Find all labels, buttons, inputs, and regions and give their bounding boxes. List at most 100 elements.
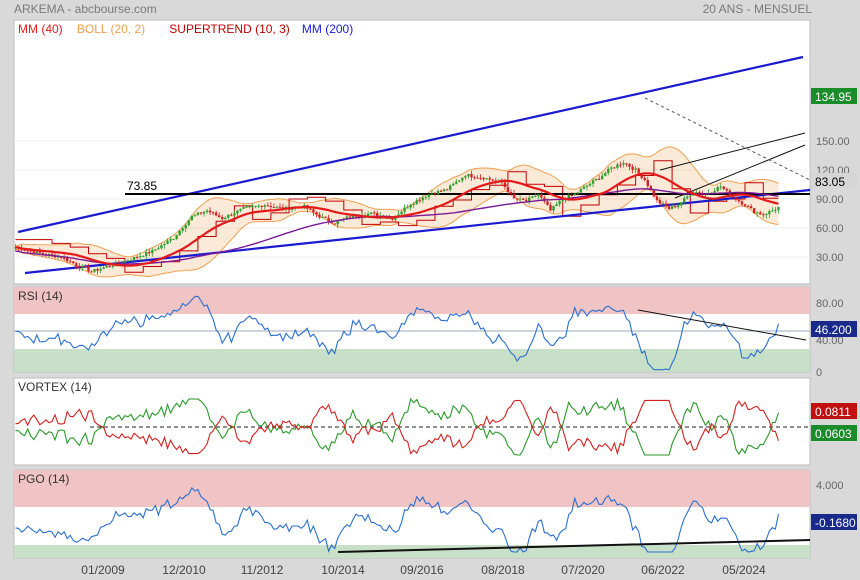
price-tick-label: 150.00: [816, 136, 850, 148]
candle-body: [336, 221, 339, 225]
candle-body: [211, 212, 215, 214]
candle-body: [591, 180, 595, 184]
candle-body: [689, 195, 692, 197]
candle-body: [546, 201, 549, 206]
candle-body: [90, 271, 93, 273]
candle-body: [622, 163, 625, 165]
candle-body: [327, 217, 330, 222]
candle-body: [403, 207, 406, 212]
price-tick-label: 30.00: [816, 252, 844, 264]
candle-body: [275, 206, 279, 208]
candle-body: [452, 183, 455, 186]
candle-body: [72, 261, 75, 264]
candle-body: [537, 194, 540, 197]
candle-body: [266, 205, 270, 207]
candle-body: [461, 177, 464, 181]
candle-body: [509, 192, 513, 194]
candle-body: [135, 256, 139, 258]
candle-body: [430, 193, 434, 195]
candle-body: [518, 198, 522, 200]
candle-body: [23, 250, 26, 252]
candle-body: [376, 213, 379, 217]
candle-body: [214, 212, 218, 216]
candle-body: [540, 194, 543, 198]
candle-body: [32, 250, 35, 254]
candle-body: [309, 208, 312, 210]
candle-body: [637, 168, 640, 174]
candle-body: [105, 266, 108, 268]
candle-body: [129, 260, 133, 262]
candle-body: [673, 206, 677, 208]
candle-body: [433, 193, 437, 195]
candle-body: [579, 188, 583, 193]
candle-body: [242, 207, 245, 209]
candle-body: [427, 194, 431, 198]
candle-body: [445, 189, 449, 191]
candle-body: [81, 265, 84, 268]
candle-body: [680, 202, 683, 206]
candle-body: [479, 177, 482, 179]
candle-body: [597, 178, 601, 180]
candle-body: [467, 174, 470, 177]
candle-body: [524, 199, 528, 202]
candle-body: [628, 164, 631, 167]
pgo-oversold-zone: [14, 545, 810, 558]
candle-body: [190, 215, 194, 221]
candle-body: [743, 204, 747, 207]
rsi-tick-label: 0: [816, 367, 822, 379]
candle-body: [670, 206, 674, 210]
candle-body: [604, 173, 607, 176]
candle-body: [555, 204, 558, 207]
candle-body: [175, 235, 178, 239]
x-tick-label: 05/2024: [722, 563, 766, 577]
candle-body: [272, 207, 276, 209]
candle-body: [719, 186, 722, 188]
candle-body: [132, 256, 136, 261]
candle-body: [558, 200, 561, 205]
candle-body: [762, 214, 765, 216]
candle-body: [634, 168, 637, 170]
price-tick-label: 90.00: [816, 194, 844, 206]
candle-body: [722, 186, 725, 189]
candle-body: [749, 206, 753, 209]
candle-body: [512, 193, 516, 199]
candle-body: [476, 177, 479, 179]
candle-body: [658, 200, 662, 204]
candle-body: [771, 210, 774, 212]
x-tick-label: 08/2018: [481, 563, 525, 577]
candle-body: [746, 206, 750, 208]
rsi-oversold-zone: [14, 349, 810, 372]
price-panel-background: [13, 19, 811, 285]
candle-body: [35, 251, 38, 254]
candle-body: [321, 216, 324, 218]
candle-body: [619, 164, 622, 166]
x-tick-label: 07/2020: [561, 563, 605, 577]
candle-body: [470, 174, 473, 178]
candle-body: [485, 178, 488, 180]
candle-body: [488, 178, 491, 180]
candle-body: [631, 166, 634, 170]
current-price-value: 83.05: [815, 175, 845, 189]
candle-body: [111, 265, 114, 267]
candle-body: [528, 197, 531, 202]
candle-body: [163, 243, 166, 246]
candle-body: [506, 186, 510, 193]
candle-body: [491, 179, 494, 181]
candle-body: [777, 206, 780, 210]
candle-body: [439, 190, 443, 192]
candle-body: [157, 248, 160, 250]
candle-body: [65, 257, 69, 262]
x-tick-label: 12/2010: [162, 563, 206, 577]
candle-body: [534, 196, 537, 198]
x-tick-label: 09/2016: [400, 563, 444, 577]
candle-body: [576, 192, 580, 194]
candle-body: [521, 198, 525, 200]
candle-body: [418, 200, 421, 202]
candle-body: [600, 175, 604, 180]
candle-body: [236, 210, 239, 214]
candle-body: [148, 251, 151, 254]
x-tick-label: 06/2022: [641, 563, 685, 577]
candle-body: [369, 212, 373, 214]
candle-body: [126, 260, 130, 262]
candle-body: [448, 185, 452, 190]
